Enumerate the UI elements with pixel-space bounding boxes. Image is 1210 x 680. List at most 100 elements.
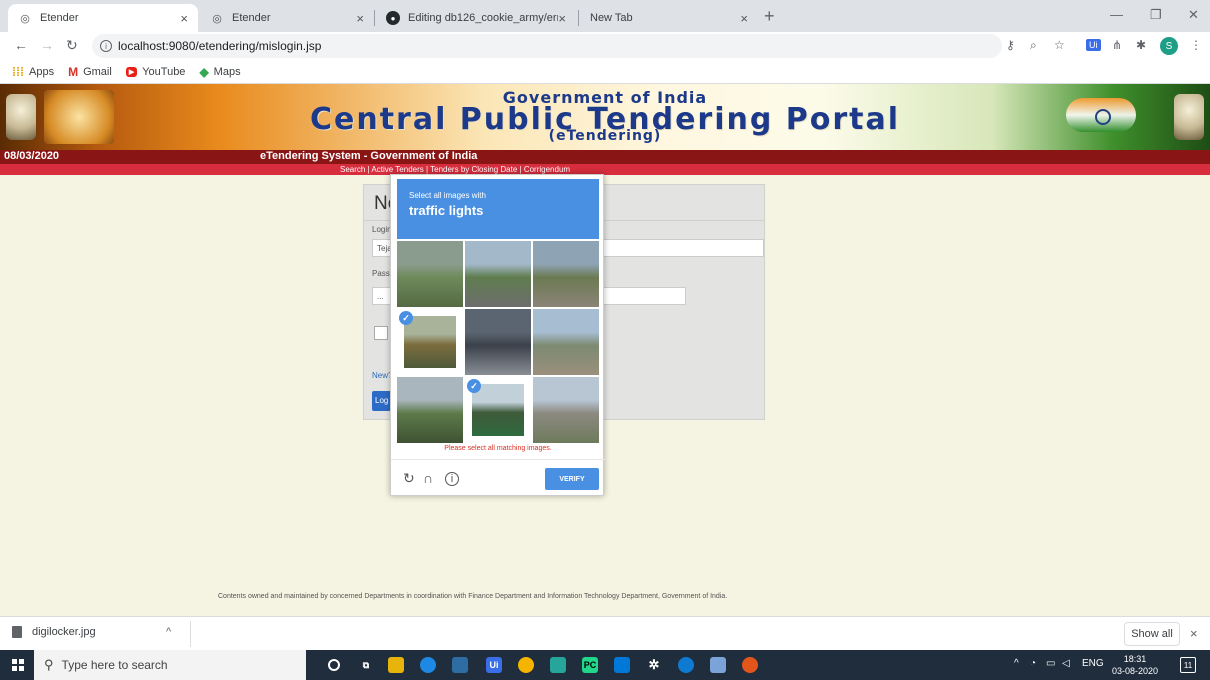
tab-github-editing[interactable]: ● Editing db126_cookie_army/error × — [376, 4, 576, 32]
bookmark-gmail[interactable]: M Gmail — [68, 65, 112, 79]
bookmark-maps[interactable]: ◆ Maps — [199, 65, 240, 79]
captcha-tile[interactable] — [533, 309, 599, 375]
bookmark-star-icon[interactable]: ☆ — [1054, 38, 1065, 52]
chevron-up-icon[interactable]: ^ — [166, 626, 171, 638]
new-tab-button[interactable]: + — [764, 6, 775, 27]
tab-etender-active[interactable]: ◎ Etender × — [8, 4, 198, 32]
captcha-target: traffic lights — [409, 203, 484, 218]
app-icon[interactable] — [742, 657, 758, 673]
reload-page-icon[interactable]: ↻ — [66, 37, 78, 54]
ui-extension-icon[interactable]: Ui — [1086, 39, 1101, 51]
system-clock[interactable]: 18:31 03-08-2020 — [1112, 653, 1158, 677]
captcha-tile[interactable] — [465, 309, 531, 375]
close-tab-icon[interactable]: × — [558, 11, 566, 26]
captcha-tile-image — [465, 241, 531, 307]
bookmark-youtube[interactable]: ▶ YouTube — [125, 66, 185, 78]
headphones-icon[interactable]: ∩ — [423, 470, 433, 486]
windows-start-icon[interactable] — [12, 659, 24, 671]
captcha-tile[interactable] — [397, 241, 463, 307]
forward-icon[interactable]: → — [40, 37, 54, 53]
restore-icon[interactable]: ❐ — [1150, 7, 1162, 23]
bookmark-label: Apps — [29, 65, 55, 78]
show-all-button[interactable]: Show all — [1124, 622, 1180, 646]
clock-date: 03-08-2020 — [1112, 666, 1159, 676]
tab-title: Etender — [40, 12, 79, 24]
banner-etendering: (eTendering) — [548, 128, 662, 144]
app-icon[interactable] — [452, 657, 468, 673]
close-window-icon[interactable]: ✕ — [1188, 7, 1199, 23]
recaptcha-challenge: Select all images with traffic lights ✓ ✓… — [390, 174, 605, 497]
volume-icon[interactable]: ◁ — [1062, 658, 1070, 669]
mail-icon[interactable] — [614, 657, 630, 673]
app-icon[interactable] — [710, 657, 726, 673]
address-bar[interactable]: i localhost:9080/etendering/mislogin.jsp — [92, 34, 1002, 58]
check-icon: ✓ — [467, 379, 481, 393]
captcha-tile[interactable]: ✓ — [465, 377, 531, 443]
captcha-footer: ↻ ∩ i VERIFY — [391, 459, 605, 497]
cortana-icon[interactable] — [328, 659, 340, 671]
youtube-icon: ▶ — [125, 66, 138, 77]
captcha-tile-image — [397, 377, 463, 443]
verify-button[interactable]: VERIFY — [545, 468, 599, 490]
key-icon[interactable]: ⚷ — [1006, 38, 1015, 52]
image-file-icon — [12, 626, 22, 638]
captcha-tile[interactable] — [397, 377, 463, 443]
captcha-checkbox[interactable] — [374, 326, 388, 340]
apps-grid-icon: ⁞⁞⁞ — [12, 64, 24, 79]
captcha-tile-image — [404, 316, 456, 368]
close-downloads-icon[interactable]: × — [1190, 626, 1198, 641]
captcha-tile-image — [472, 384, 524, 436]
battery-icon[interactable]: ▭ — [1046, 658, 1055, 669]
notification-icon[interactable]: 11 — [1180, 657, 1196, 673]
flag-icon — [1066, 98, 1136, 132]
chrome-icon[interactable] — [518, 657, 534, 673]
captcha-tile[interactable] — [533, 241, 599, 307]
captcha-tile[interactable] — [465, 241, 531, 307]
close-tab-icon[interactable]: × — [740, 11, 748, 26]
puzzle-icon[interactable]: ✱ — [1136, 38, 1146, 52]
tab-new-tab[interactable]: New Tab × — [580, 4, 758, 32]
tab-strip: ◎ Etender × ◎ Etender × ● Editing db126_… — [0, 0, 1210, 32]
pycharm-icon[interactable]: PC — [582, 657, 598, 673]
edge-icon[interactable] — [420, 657, 436, 673]
chevron-up-icon[interactable]: ^ — [1014, 658, 1019, 669]
app-icon[interactable] — [550, 657, 566, 673]
system-name: eTendering System - Government of India — [260, 150, 478, 162]
menu-icon[interactable]: ⋮ — [1190, 38, 1202, 52]
tab-separator — [374, 10, 375, 26]
file-explorer-icon[interactable] — [388, 657, 404, 673]
bookmark-apps[interactable]: ⁞⁞⁞ Apps — [12, 65, 54, 79]
tab-etender[interactable]: ◎ Etender × — [200, 4, 374, 32]
language-indicator[interactable]: ENG — [1082, 658, 1104, 669]
task-view-icon[interactable]: ⧉ — [358, 657, 374, 673]
close-tab-icon[interactable]: × — [356, 11, 364, 26]
taskbar-search[interactable]: ⚲ Type here to search — [34, 650, 306, 680]
minimize-icon[interactable]: — — [1110, 7, 1123, 22]
tab-separator — [578, 10, 579, 26]
profile-avatar[interactable]: S — [1160, 37, 1178, 55]
divider — [190, 621, 191, 647]
captcha-tile[interactable]: ✓ — [397, 309, 463, 375]
back-icon[interactable]: ← — [14, 37, 28, 53]
network-icon[interactable]: ◔ — [1030, 658, 1036, 669]
site-info-icon[interactable]: i — [100, 40, 112, 52]
download-item[interactable]: digilocker.jpg — [12, 626, 96, 638]
globe-icon: ◎ — [212, 12, 222, 25]
uipath-icon[interactable]: Ui — [486, 657, 502, 673]
captcha-tile-image — [397, 241, 463, 307]
bookmark-label: Maps — [213, 65, 241, 78]
teamviewer-icon[interactable] — [678, 657, 694, 673]
captcha-tile-image — [465, 309, 531, 375]
settings-gear-icon[interactable]: ✲ — [646, 657, 662, 673]
tab-title: Editing db126_cookie_army/error — [408, 12, 558, 24]
extension-icon[interactable]: ⋔ — [1112, 38, 1122, 52]
close-tab-icon[interactable]: × — [180, 11, 188, 26]
info-icon[interactable]: i — [445, 472, 459, 486]
captcha-header: Select all images with traffic lights — [397, 179, 599, 239]
zoom-icon[interactable]: ⌕ — [1030, 38, 1037, 53]
captcha-tile[interactable] — [533, 377, 599, 443]
captcha-error: Please select all matching images. — [444, 445, 552, 452]
page-content: Government of India Central Public Tende… — [0, 84, 1210, 616]
reload-icon[interactable]: ↻ — [403, 470, 415, 487]
search-placeholder: Type here to search — [61, 658, 168, 672]
